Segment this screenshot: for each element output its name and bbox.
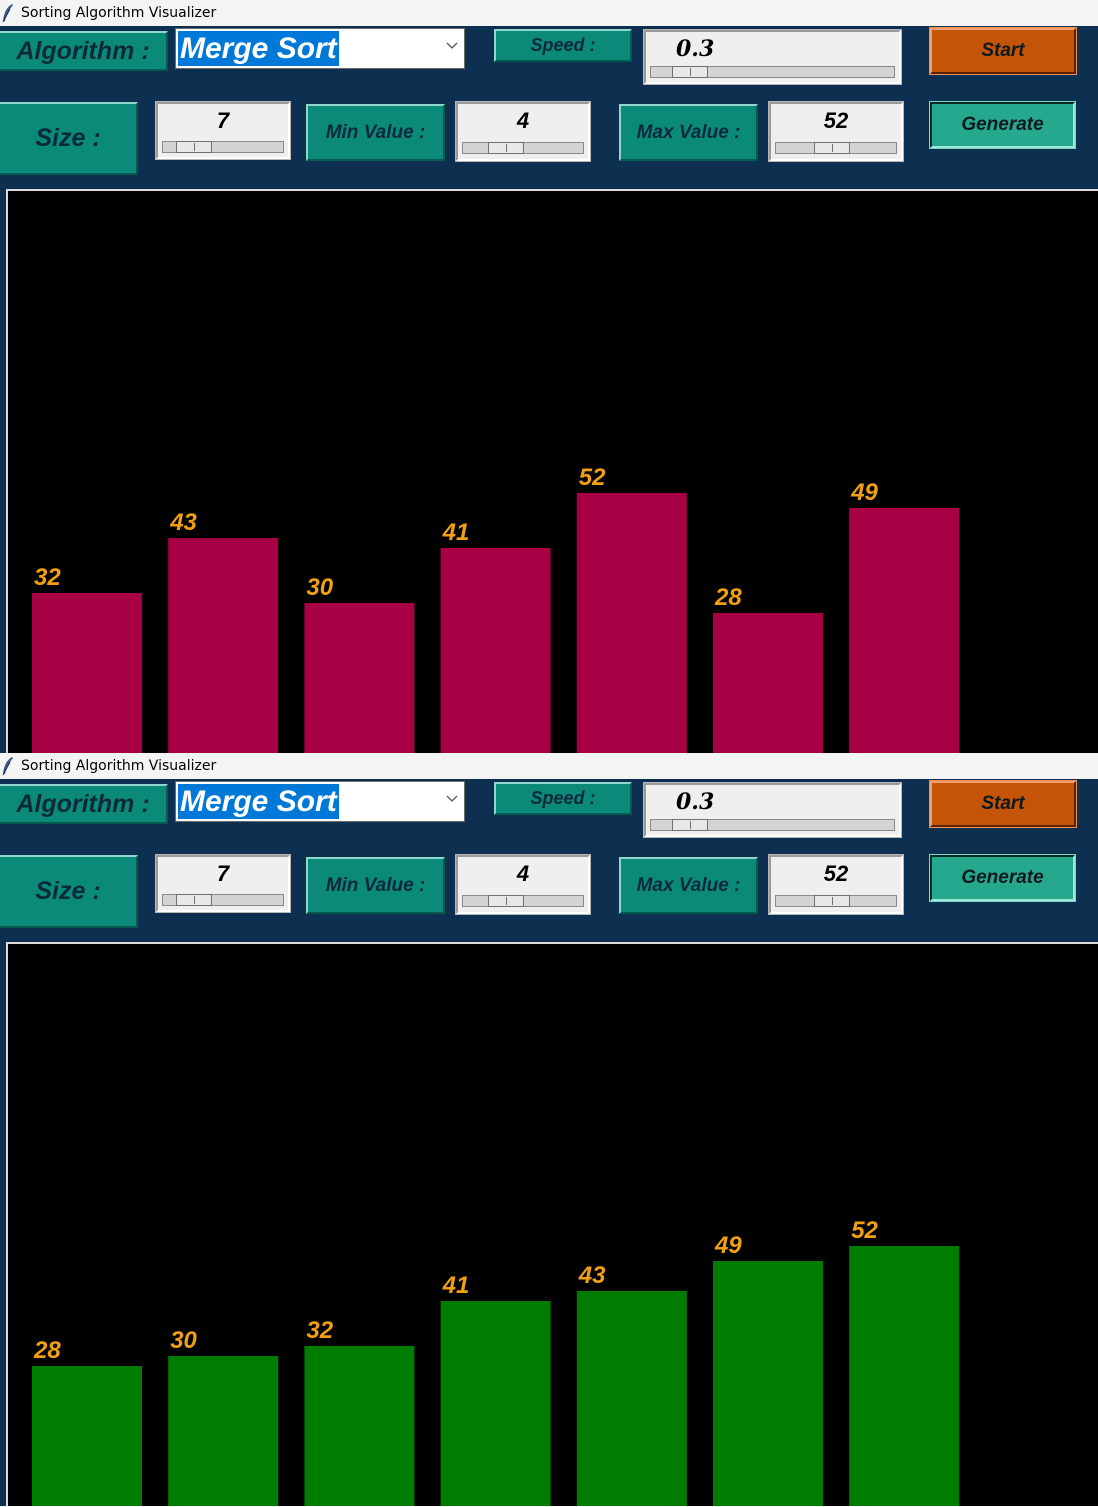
speed-slider-trough[interactable] xyxy=(650,66,895,78)
max-value-label: Max Value : xyxy=(619,857,758,914)
min-value: 4 xyxy=(516,861,530,886)
max-value-label: Max Value : xyxy=(619,104,758,161)
min-value-slider[interactable]: 4 xyxy=(455,101,591,162)
max-value-slider-trough[interactable] xyxy=(775,895,897,907)
bar-value-label-3: 32 xyxy=(306,1317,333,1344)
max-value-slider-trough[interactable] xyxy=(775,142,897,154)
min-value-label: Min Value : xyxy=(306,857,445,914)
bar-chart: 32 43 30 41 52 28 49 xyxy=(32,464,960,753)
min-value-slider-thumb[interactable] xyxy=(488,895,524,907)
bar-value-label-7: 52 xyxy=(851,1217,878,1244)
bar-value-label-4: 41 xyxy=(442,1272,470,1299)
chevron-down-icon xyxy=(446,42,458,49)
bar-value-label-5: 52 xyxy=(579,464,606,491)
speed-value: 0.3 xyxy=(676,36,715,62)
algorithm-label: Algorithm : xyxy=(0,784,168,824)
title-bar: Sorting Algorithm Visualizer xyxy=(0,753,1098,779)
max-value-slider-thumb[interactable] xyxy=(814,895,850,907)
generate-button[interactable]: Generate xyxy=(929,101,1076,149)
speed-value: 0.3 xyxy=(676,789,715,815)
bar-6 xyxy=(713,613,823,753)
bar-3 xyxy=(304,1346,415,1506)
bar-value-label-6: 28 xyxy=(714,584,742,611)
min-value: 4 xyxy=(516,108,530,133)
bar-6 xyxy=(713,1261,823,1506)
speed-slider[interactable]: 0.3 xyxy=(643,782,902,838)
min-value-slider[interactable]: 4 xyxy=(455,854,591,915)
window-title: Sorting Algorithm Visualizer xyxy=(21,758,217,774)
bar-value-label-3: 30 xyxy=(306,574,333,601)
bar-value-label-5: 43 xyxy=(578,1262,606,1289)
bar-value-label-4: 41 xyxy=(442,519,470,546)
speed-slider-trough[interactable] xyxy=(650,819,895,831)
algorithm-selected-value: Merge Sort xyxy=(178,784,339,819)
start-button[interactable]: Start xyxy=(929,27,1077,75)
bar-3 xyxy=(304,603,415,753)
speed-label: Speed : xyxy=(494,29,632,62)
bar-chart: 28 30 32 41 43 49 52 xyxy=(32,1217,960,1506)
speed-label: Speed : xyxy=(494,782,632,815)
generate-button[interactable]: Generate xyxy=(929,854,1076,902)
visualizer-window-2: Sorting Algorithm Visualizer Algorithm :… xyxy=(0,753,1098,1506)
size-value: 7 xyxy=(216,861,230,886)
size-slider-trough[interactable] xyxy=(162,894,284,906)
size-slider-thumb[interactable] xyxy=(176,141,212,153)
visualizer-window-1: Sorting Algorithm Visualizer Algorithm :… xyxy=(0,0,1098,753)
size-label: Size : xyxy=(0,855,138,928)
bar-value-label-1: 32 xyxy=(34,564,61,591)
size-slider[interactable]: 7 xyxy=(155,854,291,913)
max-value: 52 xyxy=(823,861,849,886)
size-slider-thumb[interactable] xyxy=(176,894,212,906)
size-slider-trough[interactable] xyxy=(162,141,284,153)
min-value-slider-trough[interactable] xyxy=(462,895,584,907)
bar-4 xyxy=(440,1301,551,1506)
bar-value-label-7: 49 xyxy=(850,479,878,506)
algorithm-label: Algorithm : xyxy=(0,31,168,71)
speed-slider[interactable]: 0.3 xyxy=(643,29,902,85)
feather-icon xyxy=(2,757,13,776)
bar-1 xyxy=(32,593,142,753)
algorithm-select[interactable]: Merge Sort xyxy=(175,781,465,822)
bar-1 xyxy=(32,1366,142,1506)
bar-7 xyxy=(849,508,960,753)
max-value-slider[interactable]: 52 xyxy=(768,854,904,915)
bar-5 xyxy=(576,493,687,753)
bar-4 xyxy=(440,548,551,753)
max-value-slider-thumb[interactable] xyxy=(814,142,850,154)
bar-value-label-2: 43 xyxy=(169,509,197,536)
max-value-slider[interactable]: 52 xyxy=(768,101,904,162)
speed-slider-thumb[interactable] xyxy=(672,819,708,831)
min-value-slider-thumb[interactable] xyxy=(488,142,524,154)
max-value: 52 xyxy=(823,108,849,133)
algorithm-select[interactable]: Merge Sort xyxy=(175,28,465,69)
bar-7 xyxy=(849,1246,960,1506)
bar-value-label-1: 28 xyxy=(33,1337,61,1364)
bar-value-label-2: 30 xyxy=(170,1327,197,1354)
window-title: Sorting Algorithm Visualizer xyxy=(21,5,217,21)
min-value-slider-trough[interactable] xyxy=(462,142,584,154)
start-button[interactable]: Start xyxy=(929,780,1077,828)
min-value-label: Min Value : xyxy=(306,104,445,161)
title-bar: Sorting Algorithm Visualizer xyxy=(0,0,1098,26)
chevron-down-icon xyxy=(446,795,458,802)
bar-value-label-6: 49 xyxy=(714,1232,742,1259)
size-value: 7 xyxy=(216,108,230,133)
bar-5 xyxy=(576,1291,687,1506)
bar-chart-canvas: 28 30 32 41 43 49 52 xyxy=(6,942,1098,1506)
feather-icon xyxy=(2,4,13,23)
size-label: Size : xyxy=(0,102,138,175)
bar-2 xyxy=(168,538,279,753)
size-slider[interactable]: 7 xyxy=(155,101,291,160)
speed-slider-thumb[interactable] xyxy=(672,66,708,78)
algorithm-selected-value: Merge Sort xyxy=(178,31,339,66)
bar-chart-canvas: 32 43 30 41 52 28 49 xyxy=(6,189,1098,753)
bar-2 xyxy=(168,1356,279,1506)
